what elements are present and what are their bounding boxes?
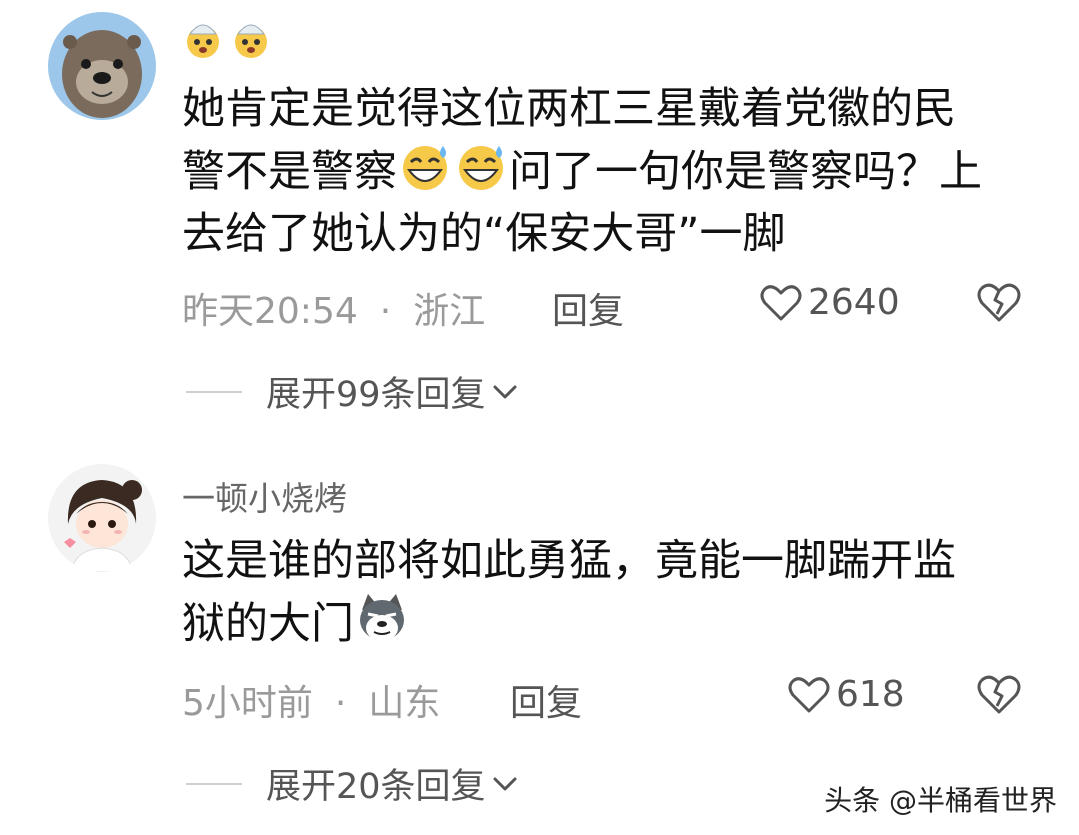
chevron-down-icon	[493, 777, 517, 790]
heart-icon	[760, 284, 802, 320]
comment-text: 这是谁的部将如此勇猛，竟能一脚踹开监 狱的大门	[182, 530, 1032, 655]
comment-text-segment: 警不是警察	[182, 147, 397, 197]
expand-replies-label: 展开99条回复	[266, 375, 486, 415]
broken-heart-icon[interactable]	[976, 282, 1022, 324]
comment-text: 她肯定是觉得这位两杠三星戴着党徽的民 警不是警察 问了一句你是警察吗？上 去给了…	[182, 78, 1032, 265]
expand-replies-label: 展开20条回复	[266, 767, 486, 807]
expand-replies-button[interactable]: 展开99条回复	[186, 366, 518, 417]
reply-button[interactable]: 回复	[510, 674, 582, 726]
watermark: 头条 @半桶看世界	[824, 784, 1057, 817]
separator-dot: ·	[379, 291, 392, 332]
comment-text-line: 狱的大门	[182, 592, 1032, 655]
comment-meta: 昨天20:54 · 浙江	[182, 282, 485, 334]
husky-icon	[360, 594, 404, 641]
comment-text-segment: 问了一句你是警察吗？上	[509, 147, 982, 197]
divider-line	[186, 782, 242, 785]
broken-heart-icon[interactable]	[976, 674, 1022, 716]
divider-line	[186, 390, 242, 393]
like-button[interactable]: 618	[788, 674, 905, 715]
username[interactable]: 一顿小烧烤	[182, 472, 347, 520]
comment-2: 一顿小烧烤 这是谁的部将如此勇猛，竟能一脚踹开监 狱的大门 5小时前 · 山东 回复…	[0, 430, 1079, 835]
location: 浙江	[413, 291, 486, 332]
grin-sweat-icon	[459, 146, 503, 190]
like-button[interactable]: 2640	[760, 282, 900, 323]
like-count: 2640	[808, 282, 900, 323]
comment-text-line: 她肯定是觉得这位两杠三星戴着党徽的民	[182, 84, 956, 134]
location: 山东	[368, 683, 441, 724]
exploding-head-icon	[187, 24, 219, 58]
comment-text-segment: 狱的大门	[182, 599, 354, 649]
separator-dot: ·	[334, 683, 347, 724]
exploding-head-icon	[235, 24, 267, 58]
comment-text-line: 警不是警察 问了一句你是警察吗？上	[182, 140, 1032, 203]
timestamp: 5小时前	[182, 683, 313, 724]
reply-button[interactable]: 回复	[552, 282, 624, 334]
comment-1: 她肯定是觉得这位两杠三星戴着党徽的民 警不是警察 问了一句你是警察吗？上 去给了…	[0, 0, 1079, 430]
heart-icon	[788, 676, 830, 712]
avatar[interactable]	[48, 12, 156, 120]
comment-text-line: 去给了她认为的“保安大哥”一脚	[182, 209, 786, 259]
grin-sweat-icon	[403, 146, 447, 190]
chevron-down-icon	[493, 385, 517, 398]
avatar[interactable]	[48, 464, 156, 572]
comment-meta: 5小时前 · 山东	[182, 674, 440, 726]
otter-avatar-icon	[48, 12, 156, 120]
username-emojis	[182, 18, 272, 60]
cartoon-girl-avatar-icon	[48, 464, 156, 572]
expand-replies-button[interactable]: 展开20条回复	[186, 758, 518, 809]
comment-text-line: 这是谁的部将如此勇猛，竟能一脚踹开监	[182, 536, 956, 586]
timestamp: 昨天20:54	[182, 291, 358, 332]
like-count: 618	[836, 674, 905, 715]
